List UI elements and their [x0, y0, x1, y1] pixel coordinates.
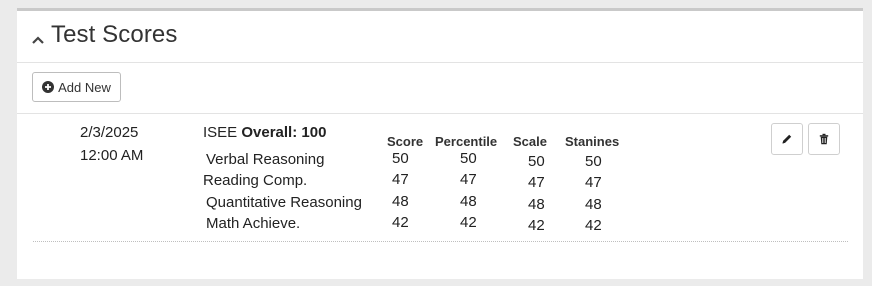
panel-toolbar: Add New — [17, 62, 863, 114]
percentile-cell: 42 — [460, 214, 477, 231]
add-new-button[interactable]: Add New — [32, 72, 121, 102]
column-header-stanines: Stanines — [565, 134, 620, 149]
stanines-cell: 48 — [585, 196, 602, 213]
percentile-cell: 47 — [460, 171, 477, 188]
stanines-cell: 42 — [585, 217, 602, 234]
overall-label: Overall: — [241, 124, 298, 141]
overall-value: 100 — [301, 124, 327, 141]
entry-date: 2/3/2025 — [80, 124, 139, 141]
score-cell: 50 — [392, 150, 409, 167]
scale-cell: 48 — [528, 196, 545, 213]
test-scores-panel: Test Scores Add New 2/3/2025 12:00 AM IS… — [17, 8, 863, 279]
row-label-quantitative-reasoning: Quantitative Reasoning — [206, 194, 362, 211]
trash-icon — [819, 133, 829, 145]
scale-cell: 47 — [528, 174, 545, 191]
delete-button[interactable] — [808, 123, 840, 155]
stanines-cell: 50 — [585, 153, 602, 170]
scale-cell: 42 — [528, 217, 545, 234]
panel-header[interactable]: Test Scores — [17, 11, 863, 63]
score-cell: 47 — [392, 171, 409, 188]
scale-cell: 50 — [528, 153, 545, 170]
column-header-scale: Scale — [513, 134, 547, 149]
panel-title: Test Scores — [51, 21, 178, 48]
stanines-cell: 47 — [585, 174, 602, 191]
chevron-up-icon[interactable] — [32, 36, 44, 44]
percentile-cell: 48 — [460, 193, 477, 210]
percentile-cell: 50 — [460, 150, 477, 167]
pencil-icon — [782, 134, 792, 144]
entry-divider — [33, 241, 848, 242]
score-cell: 48 — [392, 193, 409, 210]
column-header-score: Score — [387, 134, 424, 149]
score-cell: 42 — [392, 214, 409, 231]
plus-circle-icon — [42, 81, 55, 93]
row-label-math-achieve: Math Achieve. — [206, 215, 301, 232]
test-name: ISEE Overall: 100 — [203, 124, 326, 141]
column-header-percentile: Percentile — [435, 134, 498, 149]
add-new-label: Add New — [58, 79, 111, 95]
row-label-verbal-reasoning: Verbal Reasoning — [206, 151, 325, 168]
test-type: ISEE — [203, 124, 238, 141]
row-label-reading-comp: Reading Comp. — [203, 172, 308, 189]
edit-button[interactable] — [771, 123, 803, 155]
entry-time: 12:00 AM — [80, 147, 144, 164]
